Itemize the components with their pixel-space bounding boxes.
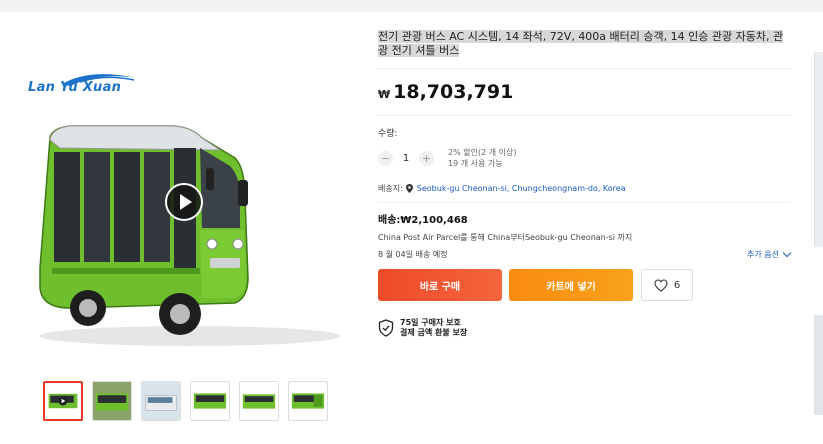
delivery-date: 8 월 04일 배송 예정 — [378, 250, 448, 259]
shipping-method: China Post Air Parcel를 통해 China부터Seobuk-… — [378, 233, 633, 242]
thumbnail-5[interactable] — [239, 381, 279, 421]
product-price: 18,703,791 — [393, 81, 514, 103]
wishlist-button[interactable]: 6 — [641, 269, 693, 301]
ship-to-row: 배송지: Seobuk-gu Cheonan-si, Chungcheongna… — [378, 183, 790, 194]
thumbnail-2[interactable] — [92, 381, 132, 421]
increase-quantity-button[interactable]: + — [419, 150, 434, 166]
protection-text: 75일 구매자 보호 결제 금액 환불 보장 — [400, 318, 467, 338]
product-info: 전기 관광 버스 AC 시스템, 14 좌석, 72V, 400a 배터리 승객… — [378, 30, 792, 338]
side-recommendation-card[interactable] — [814, 315, 823, 415]
more-shipping-options-link[interactable]: 추가 옵션 — [747, 248, 792, 260]
buyer-protection: 75일 구매자 보호 결제 금액 환불 보장 — [378, 318, 790, 338]
heart-icon — [654, 278, 668, 292]
divider — [378, 202, 790, 203]
price-row: ₩ 18,703,791 — [378, 81, 790, 103]
thumbnail-3[interactable] — [141, 381, 181, 421]
chevron-down-icon — [782, 248, 792, 258]
thumbnail-1[interactable] — [43, 381, 83, 421]
shield-check-icon — [378, 319, 394, 337]
thumbnail-6[interactable] — [288, 381, 328, 421]
play-video-button[interactable] — [165, 183, 203, 221]
delivery-row: 8 월 04일 배송 예정 추가 옵션 — [378, 248, 792, 260]
main-product-image[interactable] — [30, 118, 350, 358]
product-title: 전기 관광 버스 AC 시스템, 14 좌석, 72V, 400a 배터리 승객… — [378, 30, 784, 57]
stock-available-text: 19 개 사용 가능 — [448, 159, 503, 168]
top-bar — [0, 0, 823, 12]
quantity-stepper: − 1 + 2% 할인(2 개 이상) 19 개 사용 가능 — [378, 147, 790, 169]
ship-to-label: 배송지: — [378, 184, 403, 193]
location-pin-icon — [405, 184, 413, 193]
currency-symbol: ₩ — [378, 88, 391, 101]
buy-now-button[interactable]: 바로 구매 — [378, 269, 502, 301]
add-to-cart-button[interactable]: 카트에 넣기 — [509, 269, 633, 301]
decrease-quantity-button[interactable]: − — [378, 150, 393, 166]
divider — [378, 68, 790, 69]
side-recommendation-card[interactable] — [814, 52, 823, 247]
quantity-label: 수량: — [378, 129, 398, 139]
divider — [378, 115, 790, 116]
shipping-fee: 배송:₩2,100,468 — [378, 215, 468, 226]
purchase-actions: 바로 구매 카트에 넣기 6 — [378, 269, 790, 301]
discount-text: 2% 할인(2 개 이상) — [448, 148, 517, 157]
quantity-discount-info: 2% 할인(2 개 이상) 19 개 사용 가능 — [448, 147, 516, 169]
thumbnail-4[interactable] — [190, 381, 230, 421]
product-gallery: Lan Yu Xuan — [20, 40, 350, 380]
thumbnail-strip — [43, 381, 328, 421]
protection-subtitle: 결제 금액 환불 보장 — [400, 328, 468, 337]
more-options-label: 추가 옵션 — [747, 250, 779, 259]
protection-title: 75일 구매자 보호 — [400, 318, 461, 327]
brand-logo: Lan Yu Xuan — [28, 80, 122, 95]
quantity-value[interactable]: 1 — [393, 153, 419, 164]
wishlist-count: 6 — [673, 279, 681, 291]
ship-to-location-link[interactable]: Seobuk-gu Cheonan-si, Chungcheongnam-do,… — [417, 184, 626, 193]
